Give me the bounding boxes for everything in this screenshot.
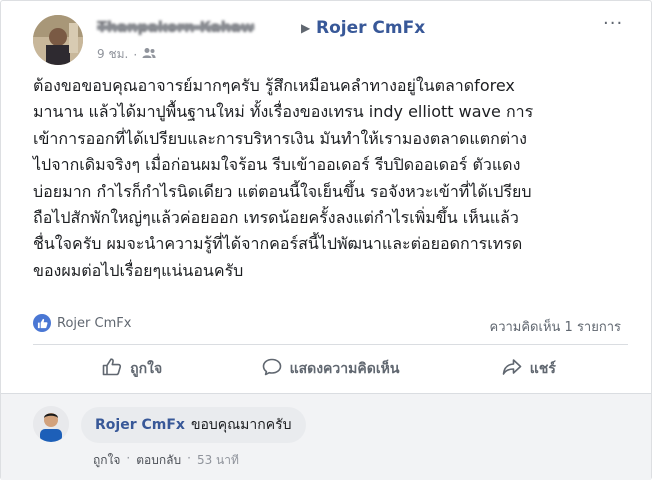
like-button[interactable]: ถูกใจ xyxy=(33,349,231,389)
share-button[interactable]: แชร์ xyxy=(430,349,628,389)
more-options-icon[interactable]: ··· xyxy=(603,13,623,34)
post-actions-bar: ถูกใจ แสดงความคิดเห็น แชร์ xyxy=(33,349,628,389)
comment-bubble-icon xyxy=(262,358,282,380)
comment-separator: · xyxy=(126,451,131,465)
post-meta: 9 ชม. · xyxy=(97,45,156,64)
comment-like-link[interactable]: ถูกใจ xyxy=(93,451,120,470)
like-button-label: ถูกใจ xyxy=(130,361,163,377)
divider xyxy=(33,344,628,345)
post-timestamp[interactable]: 9 ชม. xyxy=(97,45,128,64)
post-body-text: ต้องขอขอบคุณอาจารย์มากๆครับ รู้สึกเหมือน… xyxy=(33,76,534,280)
post-card: Thanpakorn Kahaw ▶ Rojer CmFx 9 ชม. · ··… xyxy=(0,0,652,480)
comment-bubble: Rojer CmFx ขอบคุณมากครับ xyxy=(81,407,306,443)
commenter-name[interactable]: Rojer CmFx xyxy=(95,417,185,433)
liker-name: Rojer CmFx xyxy=(57,315,132,331)
comment-button-label: แสดงความคิดเห็น xyxy=(289,361,400,377)
commenter-avatar[interactable] xyxy=(33,406,69,442)
post-target-name[interactable]: Rojer CmFx xyxy=(316,18,425,38)
comment-reply-link[interactable]: ตอบกลับ xyxy=(136,451,181,470)
shared-to-arrow-icon: ▶ xyxy=(301,21,311,35)
meta-separator: · xyxy=(133,47,138,62)
audience-friends-icon[interactable] xyxy=(142,47,156,62)
comment-timestamp[interactable]: 53 นาที xyxy=(197,451,239,470)
comment-separator: · xyxy=(187,451,191,465)
author-avatar[interactable] xyxy=(33,15,83,65)
comment-button[interactable]: แสดงความคิดเห็น xyxy=(231,349,429,389)
like-reaction-icon xyxy=(33,314,51,332)
comment-text: ขอบคุณมากครับ xyxy=(190,417,292,433)
comments-count-link[interactable]: ความคิดเห็น 1 รายการ xyxy=(490,316,622,337)
share-button-label: แชร์ xyxy=(529,361,556,377)
comment-actions: ถูกใจ · ตอบกลับ · 53 นาที xyxy=(93,451,239,470)
reactions-summary[interactable]: Rojer CmFx xyxy=(33,314,131,332)
post-author-name[interactable]: Thanpakorn Kahaw xyxy=(97,18,255,36)
thumbs-up-icon xyxy=(102,358,122,380)
share-arrow-icon xyxy=(502,358,522,380)
